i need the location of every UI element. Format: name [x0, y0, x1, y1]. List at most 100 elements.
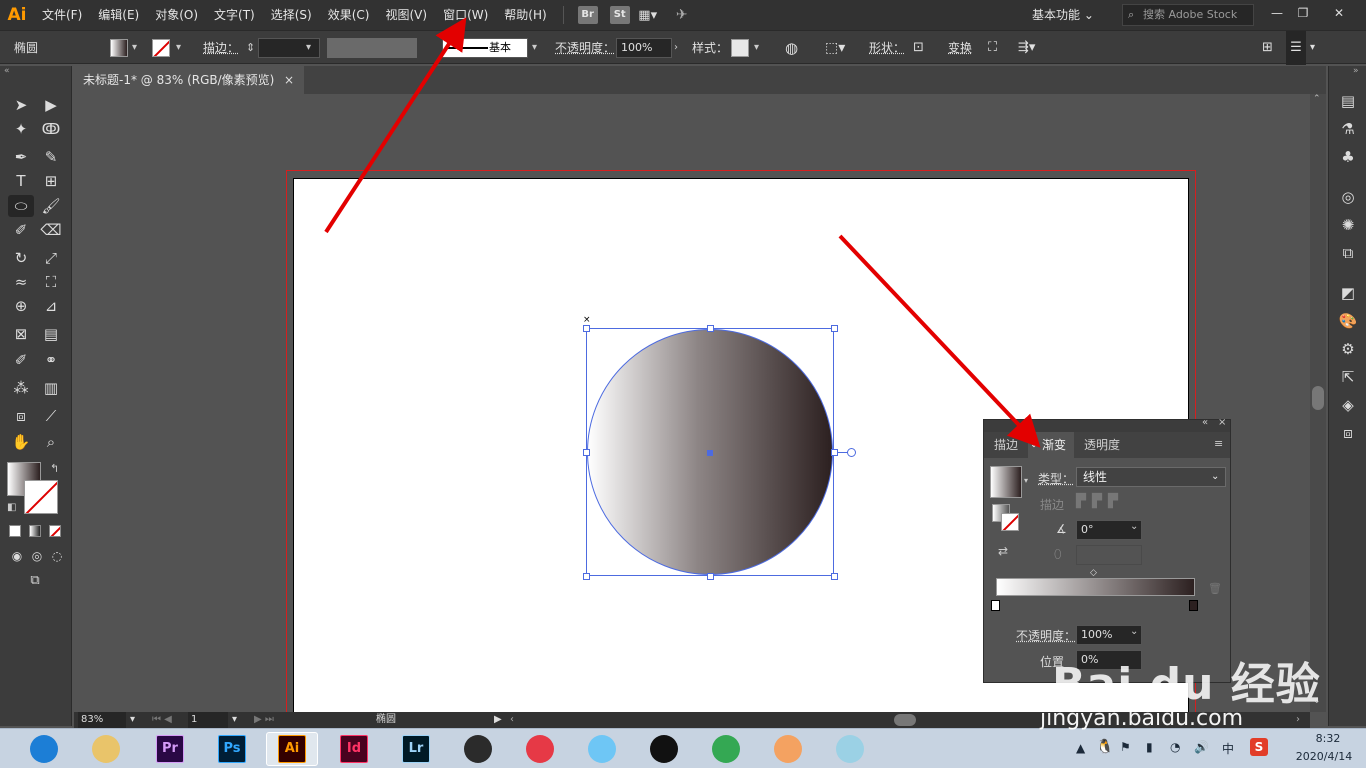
close-tab-button[interactable]: ×	[284, 66, 294, 94]
creative-cloud-libraries-icon[interactable]: ◎	[1337, 186, 1359, 208]
status-menu-icon[interactable]: ▶	[494, 712, 502, 728]
handle-bottom[interactable]	[707, 573, 714, 580]
close-panel-icon[interactable]: ×	[1218, 417, 1226, 428]
color-guide-panel-icon[interactable]: 🎨	[1337, 310, 1359, 332]
stroke-stepper[interactable]: ⇕	[246, 31, 255, 65]
handle-top-left[interactable]	[583, 325, 590, 332]
properties-panel-icon[interactable]: ▤	[1337, 90, 1359, 112]
menu-type[interactable]: 文字(T)	[206, 0, 263, 30]
pie-widget-handle[interactable]	[847, 448, 856, 457]
transform-label[interactable]: 变换	[948, 31, 972, 65]
chevron-down-icon[interactable]: ▾	[306, 31, 311, 65]
recolor-artwork-icon[interactable]: ◍	[785, 31, 798, 65]
handle-left[interactable]	[583, 449, 590, 456]
taskbar-app-rabbit-app[interactable]	[576, 732, 628, 766]
tray-expand-icon[interactable]: ▲	[1076, 741, 1085, 755]
color-mode-icon[interactable]	[9, 525, 21, 537]
panel-title-bar[interactable]: « ×	[984, 417, 1230, 432]
bridge-button[interactable]: Br	[577, 6, 598, 24]
zoom-level-field[interactable]: 83%	[78, 712, 126, 728]
symbol-sprayer-tool-icon[interactable]: ⁂	[8, 377, 34, 399]
chevron-right-icon[interactable]: ›	[674, 31, 678, 65]
scrollbar-thumb[interactable]	[1312, 386, 1324, 410]
handle-bottom-left[interactable]	[583, 573, 590, 580]
taskbar-app-illustrator[interactable]: Ai	[266, 732, 318, 766]
blend-tool-icon[interactable]: ⚭	[38, 349, 64, 371]
menu-view[interactable]: 视图(V)	[377, 0, 435, 30]
layers-panel-icon[interactable]: ◈	[1337, 394, 1359, 416]
chevron-down-icon[interactable]: ▾	[132, 31, 137, 65]
collapse-icon[interactable]: «	[4, 66, 10, 76]
gradient-stop-start[interactable]	[991, 600, 1000, 611]
shape-properties-icon[interactable]: ⊡	[913, 31, 924, 65]
swap-fill-stroke-icon[interactable]: ↰	[50, 462, 59, 475]
slice-tool-icon[interactable]: ⟋	[38, 405, 64, 427]
chevron-down-icon[interactable]: ⌄	[1130, 521, 1138, 532]
chevron-down-icon[interactable]: ▾	[176, 31, 181, 65]
restore-button[interactable]: ❐	[1290, 4, 1316, 22]
workspace-switcher[interactable]: 基本功能 ⌄	[1024, 4, 1108, 26]
direct-selection-tool-icon[interactable]: ▶	[38, 94, 64, 116]
taskbar-app-360-browser[interactable]	[18, 732, 70, 766]
column-graph-tool-icon[interactable]: ▥	[38, 377, 64, 399]
vertical-scrollbar[interactable]: ⌃ ⌄	[1310, 94, 1326, 712]
menu-file[interactable]: 文件(F)	[34, 0, 90, 30]
default-colors-icon[interactable]: ◧	[7, 502, 16, 513]
taskbar-app-umbrella-app[interactable]	[514, 732, 566, 766]
shaper-tool-icon[interactable]: ✐	[8, 219, 34, 241]
menu-window[interactable]: 窗口(W)	[435, 0, 496, 30]
lasso-tool-icon[interactable]: ↂ	[38, 118, 64, 140]
width-tool-icon[interactable]: ≈	[8, 271, 34, 293]
free-transform-tool-icon[interactable]: ⛶	[38, 271, 64, 293]
curvature-tool-icon[interactable]: ✎	[38, 146, 64, 168]
isolate-icon[interactable]: ⛶	[988, 31, 997, 65]
tab-gradient[interactable]: ⇕ 渐变	[1028, 432, 1075, 458]
chevron-down-icon[interactable]: ▾	[1310, 31, 1315, 65]
gradient-slider[interactable]	[996, 578, 1195, 596]
shape-builder-tool-icon[interactable]: ⊕	[8, 295, 34, 317]
midpoint-diamond-icon[interactable]: ◇	[1090, 568, 1097, 578]
graphic-style-swatch[interactable]	[731, 39, 749, 57]
panel-grid-icon[interactable]: ⊞	[1262, 31, 1273, 65]
taskbar-app-lightroom[interactable]: Lr	[390, 732, 442, 766]
chevron-down-icon[interactable]: ▾	[754, 31, 759, 65]
symbols-panel-icon[interactable]: ♣	[1337, 146, 1359, 168]
stock-search-input[interactable]: ⌕ 搜索 Adobe Stock	[1122, 4, 1254, 26]
first-artboard-icon[interactable]: ⏮ ◀	[152, 712, 172, 728]
menu-help[interactable]: 帮助(H)	[496, 0, 554, 30]
chevron-down-icon[interactable]: ▾	[232, 712, 237, 728]
gradient-panel-icon[interactable]: ◩	[1337, 282, 1359, 304]
taskbar-app-fox-app[interactable]	[762, 732, 814, 766]
menu-select[interactable]: 选择(S)	[263, 0, 320, 30]
rotate-tool-icon[interactable]: ↻	[8, 247, 34, 269]
fill-stroke-stroke-swatch[interactable]	[1001, 513, 1019, 531]
menu-edit[interactable]: 编辑(E)	[90, 0, 147, 30]
ime-indicator[interactable]: 中	[1222, 740, 1234, 757]
gradient-mode-icon[interactable]	[29, 525, 41, 537]
clock-time[interactable]: 8:32	[1298, 732, 1358, 745]
artboards-panel-icon[interactable]: ⧈	[1337, 422, 1359, 444]
chevron-down-icon[interactable]: ▾	[532, 31, 537, 65]
handle-right[interactable]	[831, 449, 838, 456]
taskbar-app-notebook-app[interactable]	[824, 732, 876, 766]
control-panel-menu-icon[interactable]: ☰	[1286, 31, 1306, 65]
panel-menu-icon[interactable]: ≡	[1214, 437, 1223, 450]
zoom-tool-icon[interactable]: ⌕	[38, 431, 64, 453]
reverse-gradient-icon[interactable]: ⇄	[998, 544, 1008, 558]
tab-stroke[interactable]: 描边	[986, 432, 1026, 458]
export-panel-icon[interactable]: ⇱	[1337, 366, 1359, 388]
network-warning-icon[interactable]: ⚑	[1120, 740, 1131, 754]
gradient-type-select[interactable]: 线性 ⌄	[1076, 467, 1226, 487]
document-tab[interactable]: 未标题-1* @ 83% (RGB/像素预览)	[74, 66, 304, 94]
type-tool-icon[interactable]: T	[8, 170, 34, 192]
taskbar-app-photoshop[interactable]: Ps	[206, 732, 258, 766]
artboard-tool-icon[interactable]: ⧈	[8, 405, 34, 427]
scroll-right-icon[interactable]: ›	[1296, 712, 1300, 728]
selection-tool-icon[interactable]: ➤	[8, 94, 34, 116]
eraser-tool-icon[interactable]: ⌫	[38, 219, 64, 241]
gpu-performance-icon[interactable]: ✈	[668, 7, 696, 23]
opacity-input[interactable]: 100%	[616, 38, 672, 58]
stroke-swatch[interactable]	[152, 39, 170, 57]
magic-wand-tool-icon[interactable]: ✦	[8, 118, 34, 140]
volume-icon[interactable]: 🔊	[1194, 740, 1209, 754]
